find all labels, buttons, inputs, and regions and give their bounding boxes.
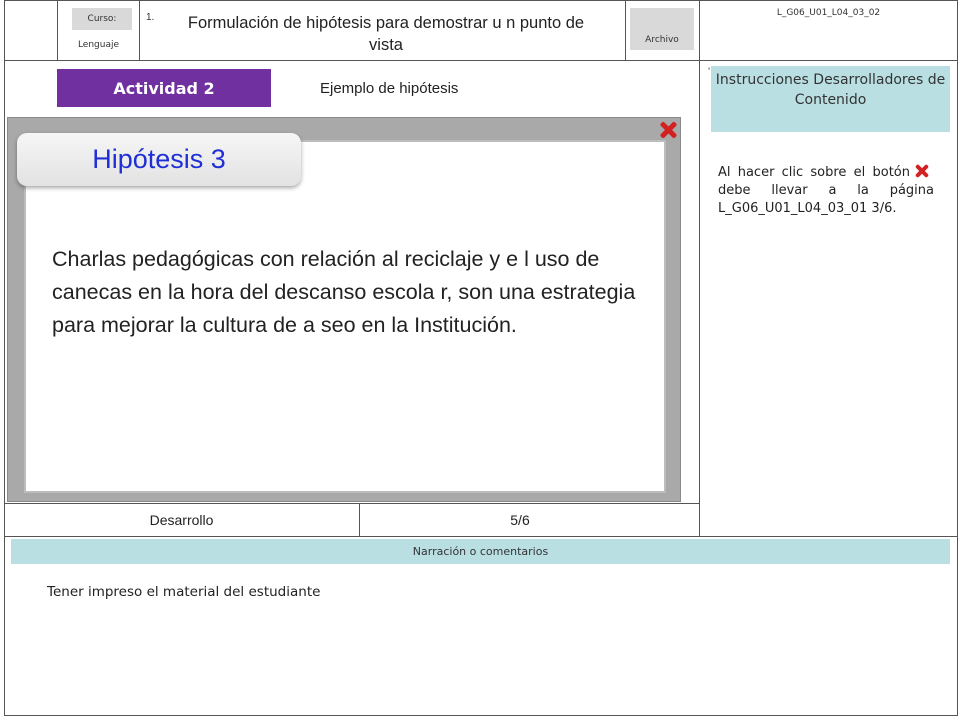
- instructions-text: Al hacer clic sobre el botóndebe llevar …: [718, 163, 934, 216]
- header-divider: [4, 60, 958, 61]
- header-col-3: [625, 0, 626, 60]
- border-bottom: [4, 715, 958, 716]
- hypothesis-title: Hipótesis 3: [92, 144, 226, 174]
- hypothesis-title-tab: Hipótesis 3: [17, 133, 301, 186]
- section-label: Desarrollo: [149, 512, 214, 528]
- course-value: Lenguaje: [77, 40, 120, 50]
- page-indicator: 5/6: [510, 512, 530, 528]
- close-icon-reference: [914, 163, 930, 179]
- page-code: L_G06_U01_L04_03_02: [776, 8, 881, 18]
- border-right: [957, 0, 958, 716]
- page-title: Formulación de hipótesis para demostrar …: [187, 14, 585, 54]
- header-col-1: [57, 0, 58, 60]
- instructions-marker: ': [708, 66, 711, 78]
- instructions-heading: Instrucciones Desarrolladores de Conteni…: [711, 66, 950, 132]
- close-icon[interactable]: [658, 120, 678, 140]
- narration-top: [4, 536, 958, 537]
- content-right-divider: [699, 60, 700, 537]
- header-col-2: [139, 0, 140, 60]
- header-number: 1.: [146, 12, 155, 23]
- narration-text: Tener impreso el material del estudiante: [47, 584, 321, 600]
- activity-subtitle: Ejemplo de hipótesis: [320, 80, 459, 97]
- activity-badge: Actividad 2: [57, 69, 271, 107]
- footer-row-top: [4, 503, 700, 504]
- border-left: [4, 0, 5, 716]
- hypothesis-text: Charlas pedagógicas con relación al reci…: [52, 247, 636, 337]
- narration-heading: Narración o comentarios: [11, 539, 950, 564]
- file-label: Archivo: [630, 8, 694, 50]
- border-top: [4, 0, 958, 1]
- course-label: Curso:: [72, 8, 132, 30]
